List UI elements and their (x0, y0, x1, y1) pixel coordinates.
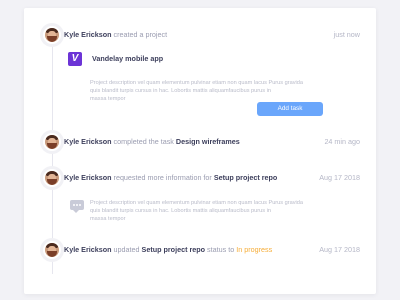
timestamp: Aug 17 2018 (319, 173, 360, 182)
avatar[interactable] (43, 241, 61, 259)
timeline-line (52, 42, 53, 274)
project-logo-icon: V (68, 52, 82, 66)
timestamp: Aug 17 2018 (319, 245, 360, 254)
user-name-link[interactable]: Kyle Erickson (64, 245, 112, 254)
activity-entry-request: Kyle Erickson requested more information… (64, 171, 360, 185)
avatar[interactable] (43, 169, 61, 187)
activity-action: completed the task (113, 137, 174, 146)
project-description: Project description vel quam elementum p… (90, 80, 303, 103)
avatar[interactable] (43, 133, 61, 151)
status-label: In progress (236, 245, 273, 254)
add-task-button[interactable]: Add task (257, 102, 323, 116)
comment-icon (70, 200, 84, 213)
activity-middle: status to (207, 245, 235, 254)
avatar[interactable] (43, 26, 61, 44)
comment-text: Project description vel quam elementum p… (90, 200, 303, 223)
timestamp: 24 min ago (324, 137, 360, 146)
activity-action: created a project (113, 30, 168, 39)
timestamp: just now (333, 30, 360, 39)
activity-entry-created: Kyle Erickson created a project just now (64, 28, 360, 42)
user-name-link[interactable]: Kyle Erickson (64, 173, 112, 182)
user-name-link[interactable]: Kyle Erickson (64, 30, 112, 39)
activity-action: updated (113, 245, 140, 254)
activity-action: requested more information for (113, 173, 212, 182)
activity-entry-updated: Kyle Erickson updated Setup project repo… (64, 243, 360, 257)
activity-feed-card: Kyle Erickson created a project just now… (24, 8, 376, 294)
user-name-link[interactable]: Kyle Erickson (64, 137, 112, 146)
task-link[interactable]: Design wireframes (176, 137, 240, 146)
activity-entry-completed: Kyle Erickson completed the task Design … (64, 135, 360, 149)
project-name-link[interactable]: Vandelay mobile app (92, 54, 163, 63)
task-link[interactable]: Setup project repo (142, 245, 206, 254)
task-link[interactable]: Setup project repo (214, 173, 278, 182)
